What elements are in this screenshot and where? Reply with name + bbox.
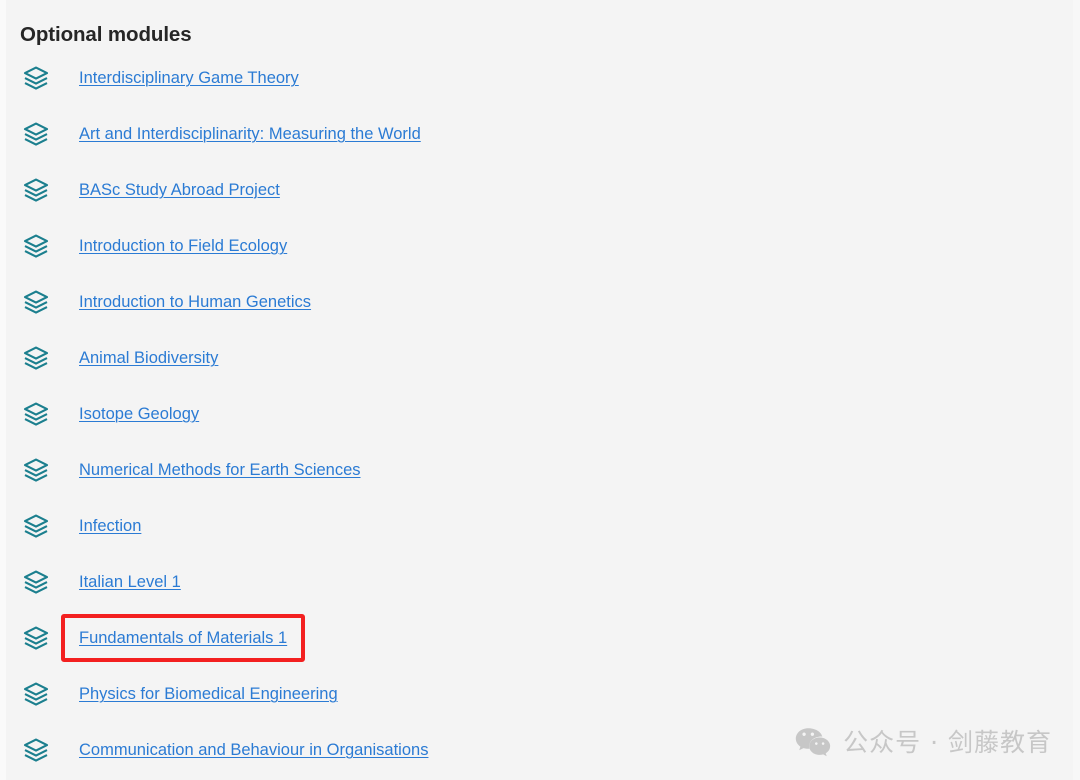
layers-icon [0,457,49,483]
layers-icon [0,737,49,763]
module-list-item: Italian Level 1 [0,554,1080,610]
module-link[interactable]: BASc Study Abroad Project [79,179,280,201]
layers-icon [0,289,49,315]
module-list-item: Introduction to Field Ecology [0,218,1080,274]
layers-icon [0,513,49,539]
module-link[interactable]: Communication and Behaviour in Organisat… [79,739,428,761]
module-list-item: Fundamentals of Materials 1 [0,610,1080,666]
module-list-item: Interdisciplinary Game Theory [0,50,1080,106]
page-root: Optional modules Interdisciplinary Game … [0,0,1080,780]
module-list-item: Animal Biodiversity [0,330,1080,386]
watermark: 公众号 · 剑藤教育 [795,727,1052,758]
layers-icon [0,177,49,203]
module-list-item: Physics for Biomedical Engineering [0,666,1080,722]
wechat-icon [795,727,831,758]
layers-icon [0,625,49,651]
layers-icon [0,681,49,707]
watermark-text: 公众号 · 剑藤教育 [843,727,1052,757]
module-link[interactable]: Fundamentals of Materials 1 [79,627,287,649]
module-link[interactable]: Interdisciplinary Game Theory [79,67,299,89]
module-list-item: Art and Interdisciplinarity: Measuring t… [0,106,1080,162]
module-link[interactable]: Numerical Methods for Earth Sciences [79,459,361,481]
module-list-item: Infection [0,498,1080,554]
module-link[interactable]: Animal Biodiversity [79,347,218,369]
layers-icon [0,65,49,91]
layers-icon [0,233,49,259]
module-link[interactable]: Isotope Geology [79,403,199,425]
page-title: Optional modules [20,23,192,46]
module-list-item: Numerical Methods for Earth Sciences [0,442,1080,498]
module-link[interactable]: Introduction to Human Genetics [79,291,311,313]
layers-icon [0,121,49,147]
module-link[interactable]: Infection [79,515,141,537]
layers-icon [0,401,49,427]
module-list-item: Isotope Geology [0,386,1080,442]
module-link[interactable]: Italian Level 1 [79,571,181,593]
layers-icon [0,345,49,371]
optional-modules-list: Interdisciplinary Game Theory Art and Int… [0,50,1080,778]
module-link[interactable]: Art and Interdisciplinarity: Measuring t… [79,123,421,145]
module-link[interactable]: Physics for Biomedical Engineering [79,683,338,705]
layers-icon [0,569,49,595]
module-link[interactable]: Introduction to Field Ecology [79,235,287,257]
module-list-item: BASc Study Abroad Project [0,162,1080,218]
module-list-item: Introduction to Human Genetics [0,274,1080,330]
